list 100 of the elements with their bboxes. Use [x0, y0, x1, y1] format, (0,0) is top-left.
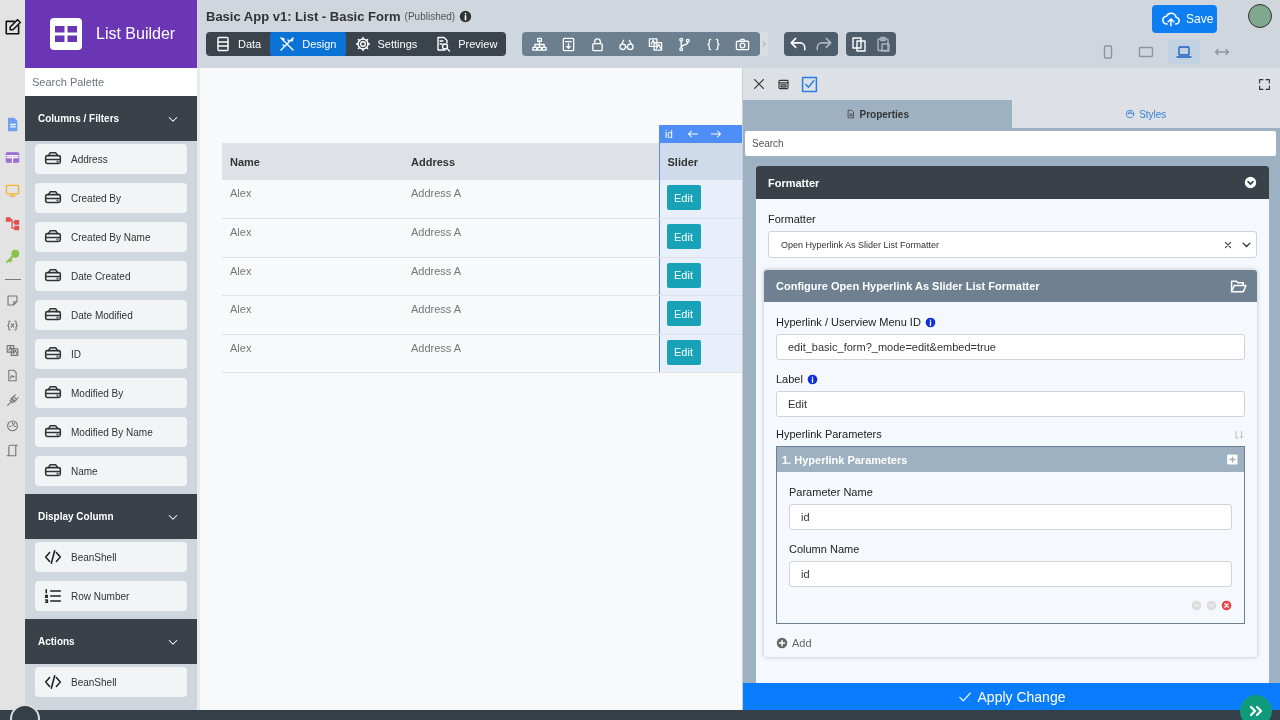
plus-square-icon[interactable]	[1227, 454, 1238, 465]
palette-item[interactable]: Created By	[35, 183, 187, 213]
paste-icon[interactable]	[875, 36, 892, 52]
field-label: Label	[776, 373, 803, 385]
hierarchy-icon[interactable]	[5, 216, 20, 231]
checkbox-icon[interactable]	[801, 75, 818, 93]
document-search-icon	[435, 36, 452, 52]
palette-icon	[1125, 109, 1136, 119]
section-header[interactable]: Actions	[25, 619, 197, 664]
note-icon[interactable]	[6, 294, 19, 307]
close-icon[interactable]	[752, 77, 766, 91]
lock-icon[interactable]	[590, 36, 606, 52]
group-title: 1. Hyperlink Parameters	[782, 453, 908, 466]
palette-item[interactable]: Modified By Name	[35, 417, 187, 447]
settings-icon	[354, 36, 371, 52]
pencil-ruler-icon	[279, 36, 296, 52]
delete-icon[interactable]	[1221, 600, 1232, 611]
palette-item[interactable]: Modified By	[35, 378, 187, 408]
page-title: Basic App v1: List - Basic Form	[206, 9, 401, 24]
section-header[interactable]: Columns / Filters	[25, 96, 197, 141]
column-id: id	[665, 128, 673, 140]
database-icon	[215, 36, 231, 52]
variable-icon[interactable]	[6, 319, 19, 332]
document-icon[interactable]	[5, 117, 20, 132]
input-field[interactable]: Edit	[776, 391, 1245, 417]
column-header[interactable]: Slider	[659, 143, 742, 180]
table-icon	[50, 18, 82, 50]
panel-tab[interactable]: Properties	[743, 100, 1012, 128]
table-cell: Alex	[222, 257, 403, 296]
pdf-file-icon[interactable]	[6, 369, 19, 382]
palette-item[interactable]: Date Modified	[35, 300, 187, 330]
form-icon[interactable]	[561, 36, 577, 52]
apply-button[interactable]: Apply Change	[743, 683, 1280, 710]
mode-tab[interactable]: Design	[270, 32, 346, 56]
search-field[interactable]: Search	[745, 131, 1276, 156]
table-cell: Alex	[222, 218, 403, 257]
avatar[interactable]	[1248, 4, 1272, 28]
plus-circle-icon	[776, 637, 788, 649]
document-icon	[845, 109, 856, 119]
field-label: Formatter	[768, 213, 816, 225]
copy-icon[interactable]	[851, 36, 868, 52]
input-field[interactable]: edit_basic_form?_mode=edit&embed=true	[776, 334, 1245, 360]
edit-icon[interactable]	[3, 18, 22, 36]
table-cell: Alex	[222, 334, 403, 373]
code-icon	[44, 673, 62, 691]
braces-icon[interactable]	[706, 36, 722, 52]
sort-icon[interactable]	[1234, 428, 1245, 440]
camera-icon[interactable]	[735, 36, 751, 52]
laptop-icon[interactable]	[1176, 44, 1192, 60]
plug-icon[interactable]	[6, 394, 19, 407]
palette-item[interactable]: Created By Name	[35, 222, 187, 252]
input-field[interactable]: id	[789, 561, 1232, 587]
fullscreen-icon[interactable]	[1258, 77, 1271, 91]
field-label: Hyperlink / Userview Menu ID	[776, 316, 921, 328]
arrow-right-icon[interactable]	[709, 128, 722, 140]
column-header[interactable]: Name	[222, 143, 403, 180]
table-icon[interactable]	[5, 150, 20, 165]
table-cell: Alex	[222, 295, 403, 334]
formatter-select[interactable]: Open Hyperlink As Slider List Formatter	[768, 231, 1257, 258]
palette-item[interactable]: Date Created	[35, 261, 187, 291]
scroll-icon[interactable]	[6, 444, 19, 457]
sitemap-icon[interactable]	[532, 36, 548, 52]
add-button[interactable]: Add	[776, 637, 812, 649]
save-button[interactable]: Save	[1152, 5, 1217, 33]
search-field[interactable]: Search Palette	[25, 68, 197, 96]
palette-item[interactable]: Row Number	[35, 581, 187, 611]
check-icon	[957, 689, 972, 704]
code-icon	[44, 548, 62, 566]
field-label: Hyperlink Parameters	[776, 428, 882, 440]
folder-open-icon[interactable]	[1230, 277, 1247, 295]
tablet-icon[interactable]	[1138, 44, 1154, 60]
mode-tab[interactable]: Preview	[426, 32, 507, 56]
input-field[interactable]: id	[789, 504, 1232, 530]
translate-icon[interactable]	[648, 36, 664, 52]
redo-icon[interactable]	[815, 35, 834, 53]
gauge-icon[interactable]	[6, 419, 19, 432]
branch-icon[interactable]	[677, 36, 693, 52]
config-title: Configure Open Hyperlink As Slider List Formatter	[776, 280, 1040, 292]
section-header[interactable]: Display Column	[25, 494, 197, 539]
palette-item[interactable]: Name	[35, 456, 187, 486]
field-label: Column Name	[789, 543, 860, 555]
table-cell: Alex	[222, 180, 403, 219]
translate-icon[interactable]	[6, 344, 19, 357]
window-icon[interactable]	[777, 77, 790, 91]
palette-item[interactable]: ID	[35, 339, 187, 369]
undo-icon[interactable]	[789, 35, 808, 53]
column-header[interactable]: Address	[403, 143, 659, 180]
palette-item[interactable]: BeanShell	[35, 667, 187, 697]
info-icon	[924, 316, 936, 328]
arrow-left-icon[interactable]	[686, 128, 699, 140]
mode-tab[interactable]: Data	[206, 32, 271, 56]
section-title: Formatter	[768, 176, 820, 189]
clear-icon[interactable]	[1223, 239, 1233, 250]
chevron-circle-icon[interactable]	[1244, 176, 1257, 189]
status-label: (Published)	[404, 11, 456, 22]
palette-item[interactable]: BeanShell	[35, 542, 187, 572]
mode-tab[interactable]: Settings	[345, 32, 427, 56]
cloud-upload-icon	[1162, 10, 1180, 28]
palette-item[interactable]: Address	[35, 144, 187, 174]
numbered-list-icon	[44, 587, 62, 605]
